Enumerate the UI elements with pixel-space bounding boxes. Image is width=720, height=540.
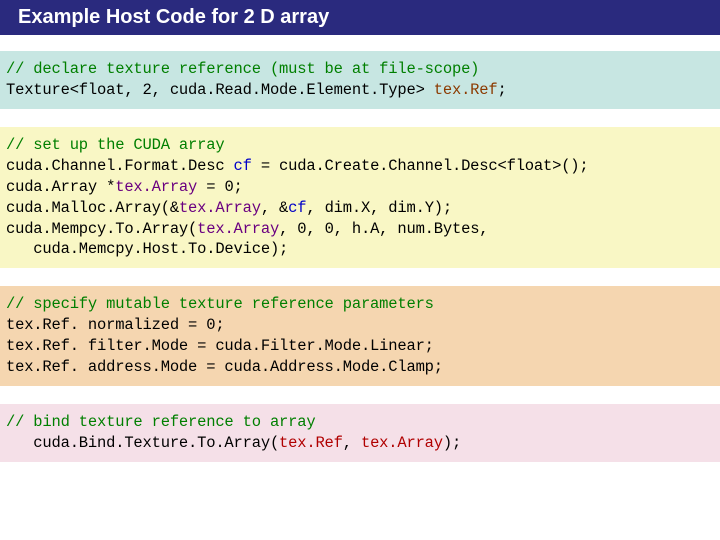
code-block-params: // specify mutable texture reference par…	[0, 286, 720, 386]
code-line: cuda.Mempcy.To.Array(tex.Array, 0, 0, h.…	[6, 220, 488, 238]
code-block-declare: // declare texture reference (must be at…	[0, 51, 720, 109]
code-line: tex.Ref. address.Mode = cuda.Address.Mod…	[6, 358, 443, 376]
code-line: cuda.Malloc.Array(&tex.Array, &cf, dim.X…	[6, 199, 452, 217]
code-line: cuda.Array *tex.Array = 0;	[6, 178, 243, 196]
code-block-bind: // bind texture reference to array cuda.…	[0, 404, 720, 462]
code-line: tex.Ref. filter.Mode = cuda.Filter.Mode.…	[6, 337, 434, 355]
code-line: cuda.Channel.Format.Desc cf = cuda.Creat…	[6, 157, 589, 175]
comment-line: // set up the CUDA array	[6, 136, 224, 154]
comment-line: // bind texture reference to array	[6, 413, 315, 431]
code-line: cuda.Memcpy.Host.To.Device);	[6, 240, 288, 258]
comment-line: // declare texture reference (must be at…	[6, 60, 479, 78]
slide-title: Example Host Code for 2 D array	[0, 0, 720, 35]
code-line: Texture<float, 2, cuda.Read.Mode.Element…	[6, 81, 507, 99]
code-line: tex.Ref. normalized = 0;	[6, 316, 224, 334]
code-block-setup: // set up the CUDA array cuda.Channel.Fo…	[0, 127, 720, 269]
code-line: cuda.Bind.Texture.To.Array(tex.Ref, tex.…	[6, 434, 461, 452]
comment-line: // specify mutable texture reference par…	[6, 295, 434, 313]
